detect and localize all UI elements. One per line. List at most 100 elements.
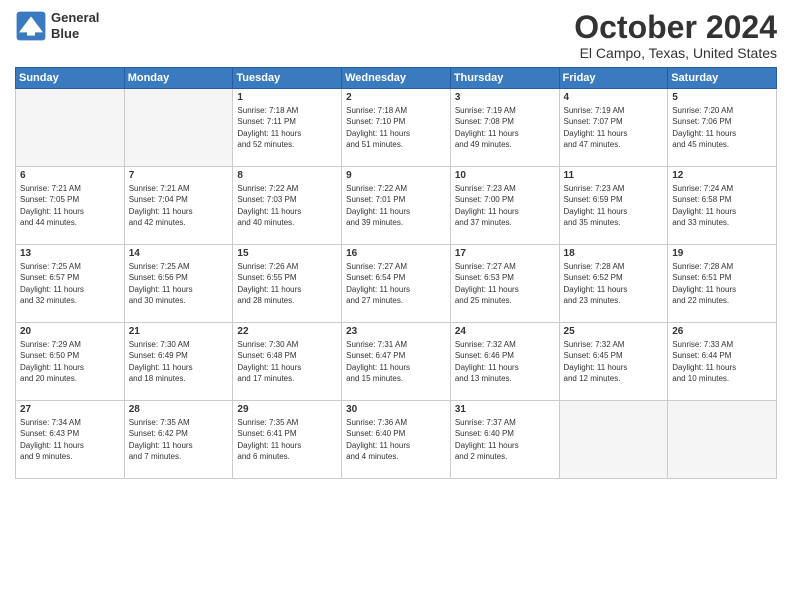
calendar-day: 7Sunrise: 7:21 AM Sunset: 7:04 PM Daylig… [124,167,233,245]
logo-line1: General [51,10,99,26]
calendar-day: 10 Sunrise: 7:23 AM Sunset: 7:00 PM Dayli… [450,167,559,245]
calendar-table: SundayMondayTuesdayWednesdayThursdayFrid… [15,67,777,479]
day-number: 18 [564,248,664,259]
day-number: 10 [455,170,555,181]
calendar-body: 1 Sunrise: 7:18 AM Sunset: 7:11 PM Daylig… [16,89,777,479]
day-info: Sunrise: 7:28 AM Sunset: 6:52 PM Dayligh… [564,261,664,306]
day-info: Sunrise: 7:26 AM Sunset: 6:55 PM Dayligh… [237,261,337,306]
day-info: Sunrise: 7:30 AM Sunset: 6:48 PM Dayligh… [237,339,337,384]
day-number: 13 [20,248,120,259]
logo-text: General Blue [51,10,99,41]
day-number: 17 [455,248,555,259]
day-number: 6 [20,170,120,181]
month-title: October 2024 [574,10,777,45]
calendar-day: 12Sunrise: 7:24 AM Sunset: 6:58 PM Dayli… [668,167,777,245]
calendar-day: 21 Sunrise: 7:30 AM Sunset: 6:49 PM Dayli… [124,323,233,401]
col-header-sunday: Sunday [16,68,125,89]
day-number: 12 [672,170,772,181]
col-header-saturday: Saturday [668,68,777,89]
logo-icon [15,10,47,42]
day-info: Sunrise: 7:18 AM Sunset: 7:11 PM Dayligh… [237,105,337,150]
day-info: Sunrise: 7:30 AM Sunset: 6:49 PM Dayligh… [129,339,229,384]
day-info: Sunrise: 7:19 AM Sunset: 7:07 PM Dayligh… [564,105,664,150]
calendar-day: 16 Sunrise: 7:27 AM Sunset: 6:54 PM Dayli… [342,245,451,323]
logo: General Blue [15,10,99,42]
calendar-day: 20Sunrise: 7:29 AM Sunset: 6:50 PM Dayli… [16,323,125,401]
col-header-tuesday: Tuesday [233,68,342,89]
calendar-day: 1 Sunrise: 7:18 AM Sunset: 7:11 PM Daylig… [233,89,342,167]
day-number: 2 [346,92,446,103]
calendar-day: 11Sunrise: 7:23 AM Sunset: 6:59 PM Dayli… [559,167,668,245]
day-number: 21 [129,326,229,337]
day-info: Sunrise: 7:36 AM Sunset: 6:40 PM Dayligh… [346,417,446,462]
day-number: 4 [564,92,664,103]
calendar-day: 24Sunrise: 7:32 AM Sunset: 6:46 PM Dayli… [450,323,559,401]
day-number: 26 [672,326,772,337]
day-number: 16 [346,248,446,259]
day-number: 5 [672,92,772,103]
calendar-day [124,89,233,167]
day-info: Sunrise: 7:25 AM Sunset: 6:56 PM Dayligh… [129,261,229,306]
calendar-week-row: 1 Sunrise: 7:18 AM Sunset: 7:11 PM Daylig… [16,89,777,167]
day-number: 20 [20,326,120,337]
day-info: Sunrise: 7:21 AM Sunset: 7:04 PM Dayligh… [129,183,229,228]
day-info: Sunrise: 7:25 AM Sunset: 6:57 PM Dayligh… [20,261,120,306]
day-number: 30 [346,404,446,415]
calendar-day: 28Sunrise: 7:35 AM Sunset: 6:42 PM Dayli… [124,401,233,479]
calendar-day: 18 Sunrise: 7:28 AM Sunset: 6:52 PM Dayli… [559,245,668,323]
day-info: Sunrise: 7:27 AM Sunset: 6:53 PM Dayligh… [455,261,555,306]
col-header-thursday: Thursday [450,68,559,89]
day-number: 31 [455,404,555,415]
header-row: General Blue October 2024 El Campo, Texa… [15,10,777,61]
day-info: Sunrise: 7:34 AM Sunset: 6:43 PM Dayligh… [20,417,120,462]
page-container: General Blue October 2024 El Campo, Texa… [0,0,792,489]
day-number: 1 [237,92,337,103]
day-info: Sunrise: 7:37 AM Sunset: 6:40 PM Dayligh… [455,417,555,462]
calendar-day: 15 Sunrise: 7:26 AM Sunset: 6:55 PM Dayli… [233,245,342,323]
day-info: Sunrise: 7:33 AM Sunset: 6:44 PM Dayligh… [672,339,772,384]
calendar-day: 25Sunrise: 7:32 AM Sunset: 6:45 PM Dayli… [559,323,668,401]
day-number: 8 [237,170,337,181]
day-number: 24 [455,326,555,337]
day-info: Sunrise: 7:20 AM Sunset: 7:06 PM Dayligh… [672,105,772,150]
day-info: Sunrise: 7:22 AM Sunset: 7:03 PM Dayligh… [237,183,337,228]
day-info: Sunrise: 7:32 AM Sunset: 6:45 PM Dayligh… [564,339,664,384]
day-number: 27 [20,404,120,415]
calendar-day: 8 Sunrise: 7:22 AM Sunset: 7:03 PM Daylig… [233,167,342,245]
calendar-day: 5 Sunrise: 7:20 AM Sunset: 7:06 PM Daylig… [668,89,777,167]
day-info: Sunrise: 7:23 AM Sunset: 7:00 PM Dayligh… [455,183,555,228]
calendar-week-row: 6Sunrise: 7:21 AM Sunset: 7:05 PM Daylig… [16,167,777,245]
calendar-day [668,401,777,479]
calendar-day: 29Sunrise: 7:35 AM Sunset: 6:41 PM Dayli… [233,401,342,479]
day-info: Sunrise: 7:27 AM Sunset: 6:54 PM Dayligh… [346,261,446,306]
col-header-friday: Friday [559,68,668,89]
title-block: October 2024 El Campo, Texas, United Sta… [574,10,777,61]
calendar-week-row: 27 Sunrise: 7:34 AM Sunset: 6:43 PM Dayli… [16,401,777,479]
calendar-day: 19 Sunrise: 7:28 AM Sunset: 6:51 PM Dayli… [668,245,777,323]
day-info: Sunrise: 7:35 AM Sunset: 6:41 PM Dayligh… [237,417,337,462]
day-number: 19 [672,248,772,259]
calendar-day: 27 Sunrise: 7:34 AM Sunset: 6:43 PM Dayli… [16,401,125,479]
calendar-day: 13 Sunrise: 7:25 AM Sunset: 6:57 PM Dayli… [16,245,125,323]
calendar-day: 26 Sunrise: 7:33 AM Sunset: 6:44 PM Dayli… [668,323,777,401]
day-number: 9 [346,170,446,181]
calendar-week-row: 13 Sunrise: 7:25 AM Sunset: 6:57 PM Dayli… [16,245,777,323]
calendar-day: 9 Sunrise: 7:22 AM Sunset: 7:01 PM Daylig… [342,167,451,245]
day-info: Sunrise: 7:22 AM Sunset: 7:01 PM Dayligh… [346,183,446,228]
day-number: 15 [237,248,337,259]
day-info: Sunrise: 7:19 AM Sunset: 7:08 PM Dayligh… [455,105,555,150]
calendar-day: 17 Sunrise: 7:27 AM Sunset: 6:53 PM Dayli… [450,245,559,323]
day-info: Sunrise: 7:35 AM Sunset: 6:42 PM Dayligh… [129,417,229,462]
day-info: Sunrise: 7:28 AM Sunset: 6:51 PM Dayligh… [672,261,772,306]
calendar-day [559,401,668,479]
calendar-day: 31 Sunrise: 7:37 AM Sunset: 6:40 PM Dayli… [450,401,559,479]
day-number: 3 [455,92,555,103]
day-number: 23 [346,326,446,337]
calendar-day: 3 Sunrise: 7:19 AM Sunset: 7:08 PM Daylig… [450,89,559,167]
calendar-day [16,89,125,167]
calendar-header: SundayMondayTuesdayWednesdayThursdayFrid… [16,68,777,89]
calendar-day: 4 Sunrise: 7:19 AM Sunset: 7:07 PM Daylig… [559,89,668,167]
location: El Campo, Texas, United States [574,45,777,61]
col-header-wednesday: Wednesday [342,68,451,89]
day-info: Sunrise: 7:23 AM Sunset: 6:59 PM Dayligh… [564,183,664,228]
